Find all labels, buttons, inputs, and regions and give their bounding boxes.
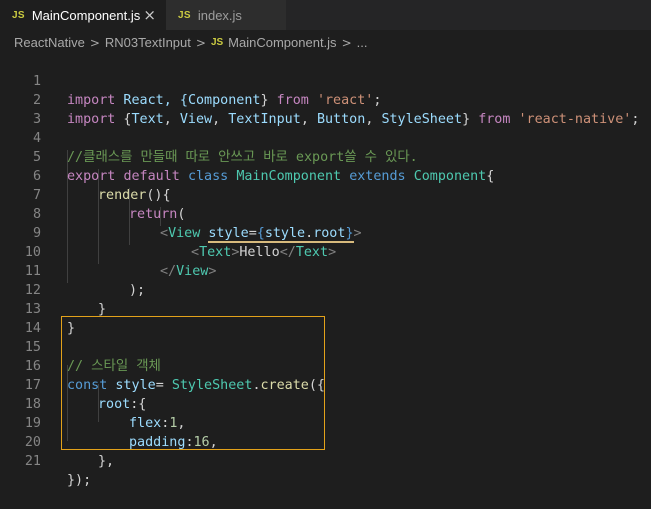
code-text: }); xyxy=(67,473,92,488)
breadcrumb-item[interactable]: ... xyxy=(357,35,368,50)
code-line: 21 }); xyxy=(0,433,91,488)
code-text: import {Text, View, TextInput, Button, S… xyxy=(67,112,640,127)
code-line: 20 }, xyxy=(0,414,114,469)
code-editor[interactable]: 1 import React, {Component} from 'react'… xyxy=(0,53,651,488)
code-text: </View> xyxy=(160,264,217,279)
code-text: render(){ xyxy=(98,188,171,203)
code-text: return( xyxy=(129,207,186,222)
code-line: 15 // 스타일 객체 xyxy=(0,319,161,374)
chevron-right-icon: > xyxy=(89,35,100,50)
code-line: 11 ); xyxy=(0,243,145,298)
code-text: import React, {Component} from 'react'; xyxy=(67,93,382,108)
code-line: 18 flex:1, xyxy=(0,376,186,431)
js-file-icon: JS xyxy=(12,9,25,21)
tab-bar: JS MainComponent.js × JS index.js xyxy=(0,0,651,30)
code-text: padding:16, xyxy=(129,435,218,450)
code-line: 6 render(){ xyxy=(0,148,171,203)
code-text: ); xyxy=(129,283,146,298)
code-text: root:{ xyxy=(98,397,147,412)
code-line: 5 export default class MainComponent ext… xyxy=(0,129,494,184)
code-text: flex:1, xyxy=(129,416,186,431)
chevron-right-icon: > xyxy=(195,35,206,50)
code-line: 9 <Text>Hello</Text> xyxy=(0,205,336,260)
breadcrumb: ReactNative > RN03TextInput > JS MainCom… xyxy=(0,30,651,55)
code-text: <Text>Hello</Text> xyxy=(191,245,337,260)
code-text: } xyxy=(67,321,76,336)
tab-maincomponent[interactable]: JS MainComponent.js × xyxy=(0,0,166,30)
tab-label: MainComponent.js xyxy=(31,7,141,23)
code-comment: // 스타일 객체 xyxy=(67,359,161,374)
code-text: }, xyxy=(98,454,115,469)
code-line: 17 root:{ xyxy=(0,357,147,412)
code-line: 8 <View style={style.root}> xyxy=(0,186,362,243)
code-line: 2 import {Text, View, TextInput, Button,… xyxy=(0,72,640,127)
code-line: 16 const style= StyleSheet.create({ xyxy=(0,338,325,393)
tab-index[interactable]: JS index.js xyxy=(166,0,286,30)
line-number: 21 xyxy=(24,454,41,469)
code-text: export default class MainComponent exten… xyxy=(67,169,495,184)
tab-label: index.js xyxy=(197,7,242,23)
code-comment: //클래스를 만들때 따로 안쓰고 바로 export쓸 수 있다. xyxy=(67,150,418,165)
breadcrumb-item[interactable]: RN03TextInput xyxy=(105,35,191,50)
code-line: 12 } xyxy=(0,262,106,317)
js-file-icon: JS xyxy=(178,9,191,21)
code-line: 13 } xyxy=(0,281,75,336)
code-line: 3 xyxy=(0,91,41,127)
js-file-icon: JS xyxy=(210,37,224,48)
code-text: const style= StyleSheet.create({ xyxy=(67,378,325,393)
code-text: } xyxy=(98,302,107,317)
code-text: <View style={style.root}> xyxy=(160,226,362,243)
breadcrumb-item[interactable]: MainComponent.js xyxy=(228,35,336,50)
code-line: 19 padding:16, xyxy=(0,395,218,450)
code-line: 4 //클래스를 만들때 따로 안쓰고 바로 export쓸 수 있다. xyxy=(0,110,418,165)
code-line: 10 </View> xyxy=(0,224,217,279)
close-icon[interactable]: × xyxy=(143,6,156,24)
code-line: 7 return( xyxy=(0,167,186,222)
code-line: 14 xyxy=(0,300,41,336)
code-line: 1 import React, {Component} from 'react'… xyxy=(0,53,382,108)
chevron-right-icon: > xyxy=(341,35,352,50)
breadcrumb-item[interactable]: ReactNative xyxy=(14,35,85,50)
